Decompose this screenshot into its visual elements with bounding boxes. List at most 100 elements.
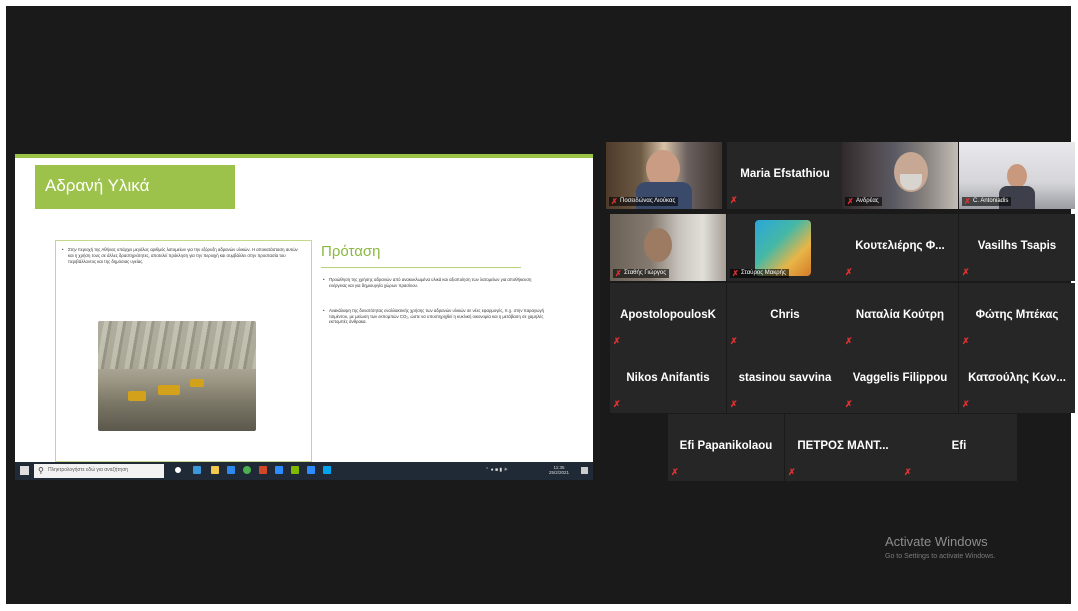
participant-tile[interactable]: Vaggelis Filippou ✗: [842, 346, 958, 413]
mic-muted-icon: ✗: [962, 399, 970, 409]
participant-name: Efi: [951, 440, 967, 452]
mic-muted-icon: ✗: [962, 267, 970, 277]
mic-muted-icon: ✗: [732, 269, 739, 278]
truck-shape: [158, 385, 180, 395]
windows-start-icon[interactable]: [20, 466, 29, 475]
participant-tile[interactable]: Κουτελιέρης Φ... ✗: [842, 214, 958, 281]
participant-tile[interactable]: Φώτης Μπέκας ✗: [959, 283, 1075, 350]
participant-name: Ναταλία Κούτρη: [855, 309, 945, 321]
participant-name: Φώτης Μπέκας: [975, 309, 1059, 321]
chrome-icon[interactable]: [243, 466, 251, 474]
participant-face: [1007, 164, 1027, 188]
slide-left-text: Στην περιοχή της Αθήνας υπάρχει μεγάλος …: [62, 247, 303, 265]
notification-icon[interactable]: [581, 467, 588, 474]
participant-name: Ανδρέας: [856, 198, 879, 204]
participant-tile[interactable]: ✗ Σταθής Γιώργος: [610, 214, 726, 281]
participant-tile[interactable]: Κατσούλης Κων... ✗: [959, 346, 1075, 413]
taskbar-search-box[interactable]: ⚲ Πληκτρολογήστε εδώ για αναζήτηση: [34, 464, 164, 478]
slide-title-box: Αδρανή Υλικά: [35, 165, 235, 209]
participant-tile[interactable]: Efi Papanikolaou ✗: [668, 414, 784, 481]
slide-left-panel: Στην περιοχή της Αθήνας υπάρχει μεγάλος …: [55, 240, 312, 462]
participant-name: ΠΕΤΡΟΣ ΜΑΝΤ...: [797, 440, 889, 452]
participant-name-chip: ✗ C. Antoniadis: [962, 197, 1012, 206]
participant-name: stasinou savvina: [738, 372, 832, 384]
proposal-divider: [321, 267, 521, 268]
participant-name-chip: ✗ Σταθής Γιώργος: [613, 269, 670, 278]
mic-muted-icon: ✗: [730, 336, 738, 346]
participant-name: Ποσειδώνας Λιούκας: [620, 198, 676, 204]
participant-name: Vaggelis Filippou: [852, 372, 948, 384]
mic-muted-icon: ✗: [845, 399, 853, 409]
system-tray[interactable]: ⌃ ● ■ ▮ ☀: [485, 467, 508, 473]
participant-tile[interactable]: Chris ✗: [727, 283, 843, 350]
participant-tile[interactable]: Maria Efstathiou ✗: [727, 142, 843, 209]
truck-shape: [190, 379, 204, 387]
clock-date: 25/2/2021: [549, 470, 570, 475]
participant-tile[interactable]: ApostolopoulosK ✗: [610, 283, 726, 350]
mic-muted-icon: ✗: [615, 269, 622, 278]
mic-muted-icon: ✗: [671, 467, 679, 477]
participant-tile[interactable]: ΠΕΤΡΟΣ ΜΑΝΤ... ✗: [785, 414, 901, 481]
truck-shape: [128, 391, 146, 401]
app-icon[interactable]: [323, 466, 331, 474]
participant-tile[interactable]: ✗ Σταύρος Μακρής: [727, 214, 843, 281]
slide-title: Αδρανή Υλικά: [45, 176, 150, 195]
participant-tile[interactable]: Nikos Anifantis ✗: [610, 346, 726, 413]
presentation-slide: Αδρανή Υλικά Στην περιοχή της Αθήνας υπά…: [15, 154, 593, 462]
participant-name-chip: ✗ Σταύρος Μακρής: [730, 269, 789, 278]
mic-muted-icon: ✗: [904, 467, 912, 477]
participant-tile[interactable]: stasinou savvina ✗: [727, 346, 843, 413]
participant-name: Efi Papanikolaou: [679, 440, 773, 452]
participant-name: ApostolopoulosK: [620, 309, 716, 321]
participant-avatar: [755, 220, 811, 276]
mic-muted-icon: ✗: [613, 399, 621, 409]
mic-muted-icon: ✗: [964, 197, 971, 206]
participant-tile[interactable]: ✗ Ανδρέας: [842, 142, 958, 209]
file-explorer-icon[interactable]: [211, 466, 219, 474]
slide-top-bar: [15, 154, 593, 158]
mic-muted-icon: ✗: [962, 336, 970, 346]
participant-tile[interactable]: Ναταλία Κούτρη ✗: [842, 283, 958, 350]
edge-icon[interactable]: [193, 466, 201, 474]
activate-windows-title: Activate Windows: [885, 534, 988, 549]
app-icon[interactable]: [307, 466, 315, 474]
mic-muted-icon: ✗: [845, 336, 853, 346]
mic-muted-icon: ✗: [730, 399, 738, 409]
participant-tile[interactable]: Efi ✗: [901, 414, 1017, 481]
app-icon[interactable]: [291, 466, 299, 474]
taskbar-search-placeholder: Πληκτρολογήστε εδώ για αναζήτηση: [48, 467, 129, 473]
activate-windows-subtitle: Go to Settings to activate Windows.: [885, 553, 996, 560]
mic-muted-icon: ✗: [845, 267, 853, 277]
participant-name: Maria Efstathiou: [740, 168, 830, 180]
participant-name: Σταθής Γιώργος: [624, 270, 667, 276]
search-icon: ⚲: [38, 466, 44, 475]
mic-muted-icon: ✗: [788, 467, 796, 477]
task-view-icon[interactable]: [175, 467, 181, 473]
proposal-bullet: Ανακάλυψη της δυνατότητας εναλλακτικής χ…: [323, 308, 547, 325]
windows-taskbar: ⚲ Πληκτρολογήστε εδώ για αναζήτηση ⌃ ● ■…: [15, 462, 593, 480]
taskbar-clock[interactable]: 11:35 25/2/2021: [549, 465, 569, 475]
participant-tile[interactable]: ✗ C. Antoniadis: [959, 142, 1075, 209]
participant-name: Nikos Anifantis: [626, 372, 710, 384]
participant-name-chip: ✗ Ποσειδώνας Λιούκας: [609, 197, 679, 206]
participant-name: C. Antoniadis: [973, 198, 1009, 204]
quarry-photo: [98, 321, 256, 431]
zoom-icon[interactable]: [275, 466, 283, 474]
participant-name-chip: ✗ Ανδρέας: [845, 197, 882, 206]
participant-tile[interactable]: Vasilhs Tsapis ✗: [959, 214, 1075, 281]
proposal-title: Πρόταση: [321, 243, 381, 260]
shared-screen[interactable]: Αδρανή Υλικά Στην περιοχή της Αθήνας υπά…: [15, 154, 593, 480]
participant-tile[interactable]: ✗ Ποσειδώνας Λιούκας: [606, 142, 722, 209]
participant-name: Chris: [770, 309, 800, 321]
participant-name: Vasilhs Tsapis: [977, 240, 1057, 252]
store-icon[interactable]: [227, 466, 235, 474]
mic-muted-icon: ✗: [611, 197, 618, 206]
participant-face: [644, 228, 672, 262]
powerpoint-icon[interactable]: [259, 466, 267, 474]
participant-name: Κατσούλης Κων...: [968, 372, 1066, 384]
mic-muted-icon: ✗: [847, 197, 854, 206]
mic-muted-icon: ✗: [613, 336, 621, 346]
meeting-window: Αδρανή Υλικά Στην περιοχή της Αθήνας υπά…: [6, 6, 1075, 604]
participant-name: Κουτελιέρης Φ...: [855, 240, 945, 252]
screen: Αδρανή Υλικά Στην περιοχή της Αθήνας υπά…: [0, 0, 1078, 611]
